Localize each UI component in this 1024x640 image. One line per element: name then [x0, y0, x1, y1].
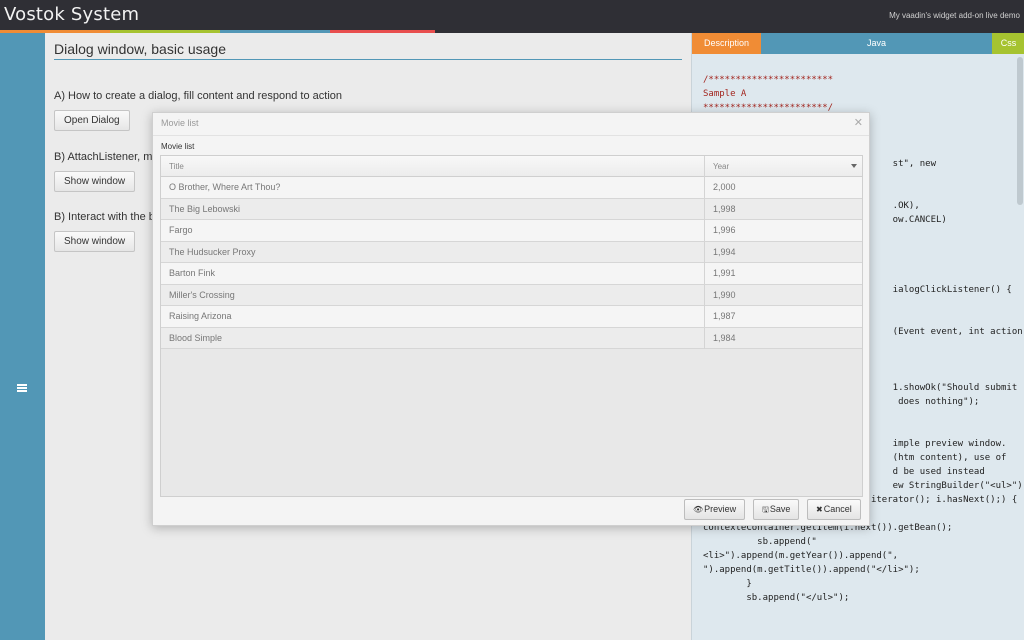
- title-underline: [54, 59, 682, 60]
- movie-table: Title Year O Brother, Where Art Thou? 2,…: [160, 155, 863, 497]
- table-header: Title Year: [161, 156, 862, 177]
- table-row[interactable]: The Big Lebowski 1,998: [161, 198, 862, 220]
- tab-css[interactable]: Css: [992, 33, 1024, 54]
- cell-year: 1,994: [713, 246, 736, 257]
- code-line: sb.append(": [703, 537, 817, 547]
- menu-icon-bar: [17, 384, 27, 386]
- column-header-year-label: Year: [713, 162, 730, 171]
- table-row[interactable]: Miller's Crossing 1,990: [161, 284, 862, 306]
- cell-title: Blood Simple: [161, 327, 705, 349]
- code-scrollbar[interactable]: [1017, 57, 1023, 205]
- demo-link[interactable]: My vaadin's widget add-on live demo: [889, 11, 1020, 20]
- cell-title: Miller's Crossing: [161, 284, 705, 306]
- code-line: /***********************: [703, 75, 834, 85]
- table-row[interactable]: Blood Simple 1,984: [161, 327, 862, 349]
- cell-title: Raising Arizona: [161, 306, 705, 327]
- column-header-title[interactable]: Title: [161, 156, 705, 177]
- section-b-label: B) AttachListener, m: [54, 151, 153, 163]
- code-line: ").append(m.getTitle()).append("</li>");: [703, 565, 920, 575]
- app-title[interactable]: Vostok System: [4, 4, 139, 25]
- table-caption: Movie list: [161, 142, 195, 151]
- sidebar: [0, 33, 45, 640]
- dialog-caption[interactable]: Movie list: [161, 118, 199, 128]
- preview-button[interactable]: 👁Preview: [684, 499, 746, 520]
- cell-year: 2,000: [713, 182, 736, 192]
- cell-year: 1,996: [713, 225, 736, 235]
- cell-title: The Big Lebowski: [161, 198, 705, 220]
- open-dialog-button[interactable]: Open Dialog: [54, 110, 130, 131]
- save-button-label: Save: [769, 504, 791, 514]
- floppy-disk-icon: 🖫: [762, 505, 769, 514]
- movie-list-dialog: Movie list ✕ Movie list Title Year O Bro…: [152, 112, 870, 526]
- x-icon: ✖: [816, 505, 823, 514]
- code-line: <li>").append(m.getYear()).append(",: [703, 551, 899, 561]
- table-body: O Brother, Where Art Thou? 2,000 The Big…: [161, 177, 862, 349]
- section-b2-label: B) Interact with the b: [54, 211, 155, 223]
- table-row[interactable]: O Brother, Where Art Thou? 2,000: [161, 177, 862, 199]
- cell-year: 1,990: [713, 289, 736, 300]
- table-row[interactable]: Raising Arizona 1,987: [161, 306, 862, 328]
- menu-icon[interactable]: [17, 384, 27, 392]
- top-bar: Vostok System My vaadin's widget add-on …: [0, 0, 1024, 33]
- table-row[interactable]: Fargo 1,996: [161, 220, 862, 242]
- code-line: sb.append("</ul>");: [703, 593, 850, 603]
- page-title: Dialog window, basic usage: [54, 41, 226, 57]
- code-line: Sample A: [703, 89, 747, 99]
- column-header-year[interactable]: Year: [705, 156, 862, 177]
- cell-title: Fargo: [161, 220, 705, 241]
- cell-year: 1,984: [713, 332, 736, 343]
- close-icon[interactable]: ✕: [854, 116, 863, 129]
- cancel-button[interactable]: ✖Cancel: [807, 499, 861, 520]
- menu-icon-bar: [17, 390, 27, 392]
- show-window-button-1[interactable]: Show window: [54, 171, 136, 192]
- cell-year: 1,991: [713, 268, 736, 278]
- cancel-button-label: Cancel: [823, 504, 852, 514]
- dialog-separator: [153, 135, 869, 136]
- cell-title: O Brother, Where Art Thou?: [161, 177, 705, 198]
- table-row[interactable]: The Hudsucker Proxy 1,994: [161, 241, 862, 263]
- cell-title: The Hudsucker Proxy: [161, 241, 705, 263]
- eye-icon: 👁: [693, 505, 704, 514]
- section-a-label: A) How to create a dialog, fill content …: [54, 90, 343, 102]
- table-row[interactable]: Barton Fink 1,991: [161, 263, 862, 285]
- preview-button-label: Preview: [704, 504, 737, 514]
- save-button[interactable]: 🖫Save: [753, 499, 800, 520]
- cell-year: 1,987: [713, 311, 736, 321]
- sort-arrow-icon[interactable]: [851, 164, 857, 168]
- tab-java[interactable]: Java: [761, 33, 992, 54]
- tab-description[interactable]: Description: [692, 33, 761, 54]
- code-line: }: [703, 579, 752, 589]
- cell-year: 1,998: [713, 203, 736, 214]
- menu-icon-bar: [17, 387, 27, 389]
- cell-title: Barton Fink: [161, 263, 705, 284]
- show-window-button-2[interactable]: Show window: [54, 231, 136, 252]
